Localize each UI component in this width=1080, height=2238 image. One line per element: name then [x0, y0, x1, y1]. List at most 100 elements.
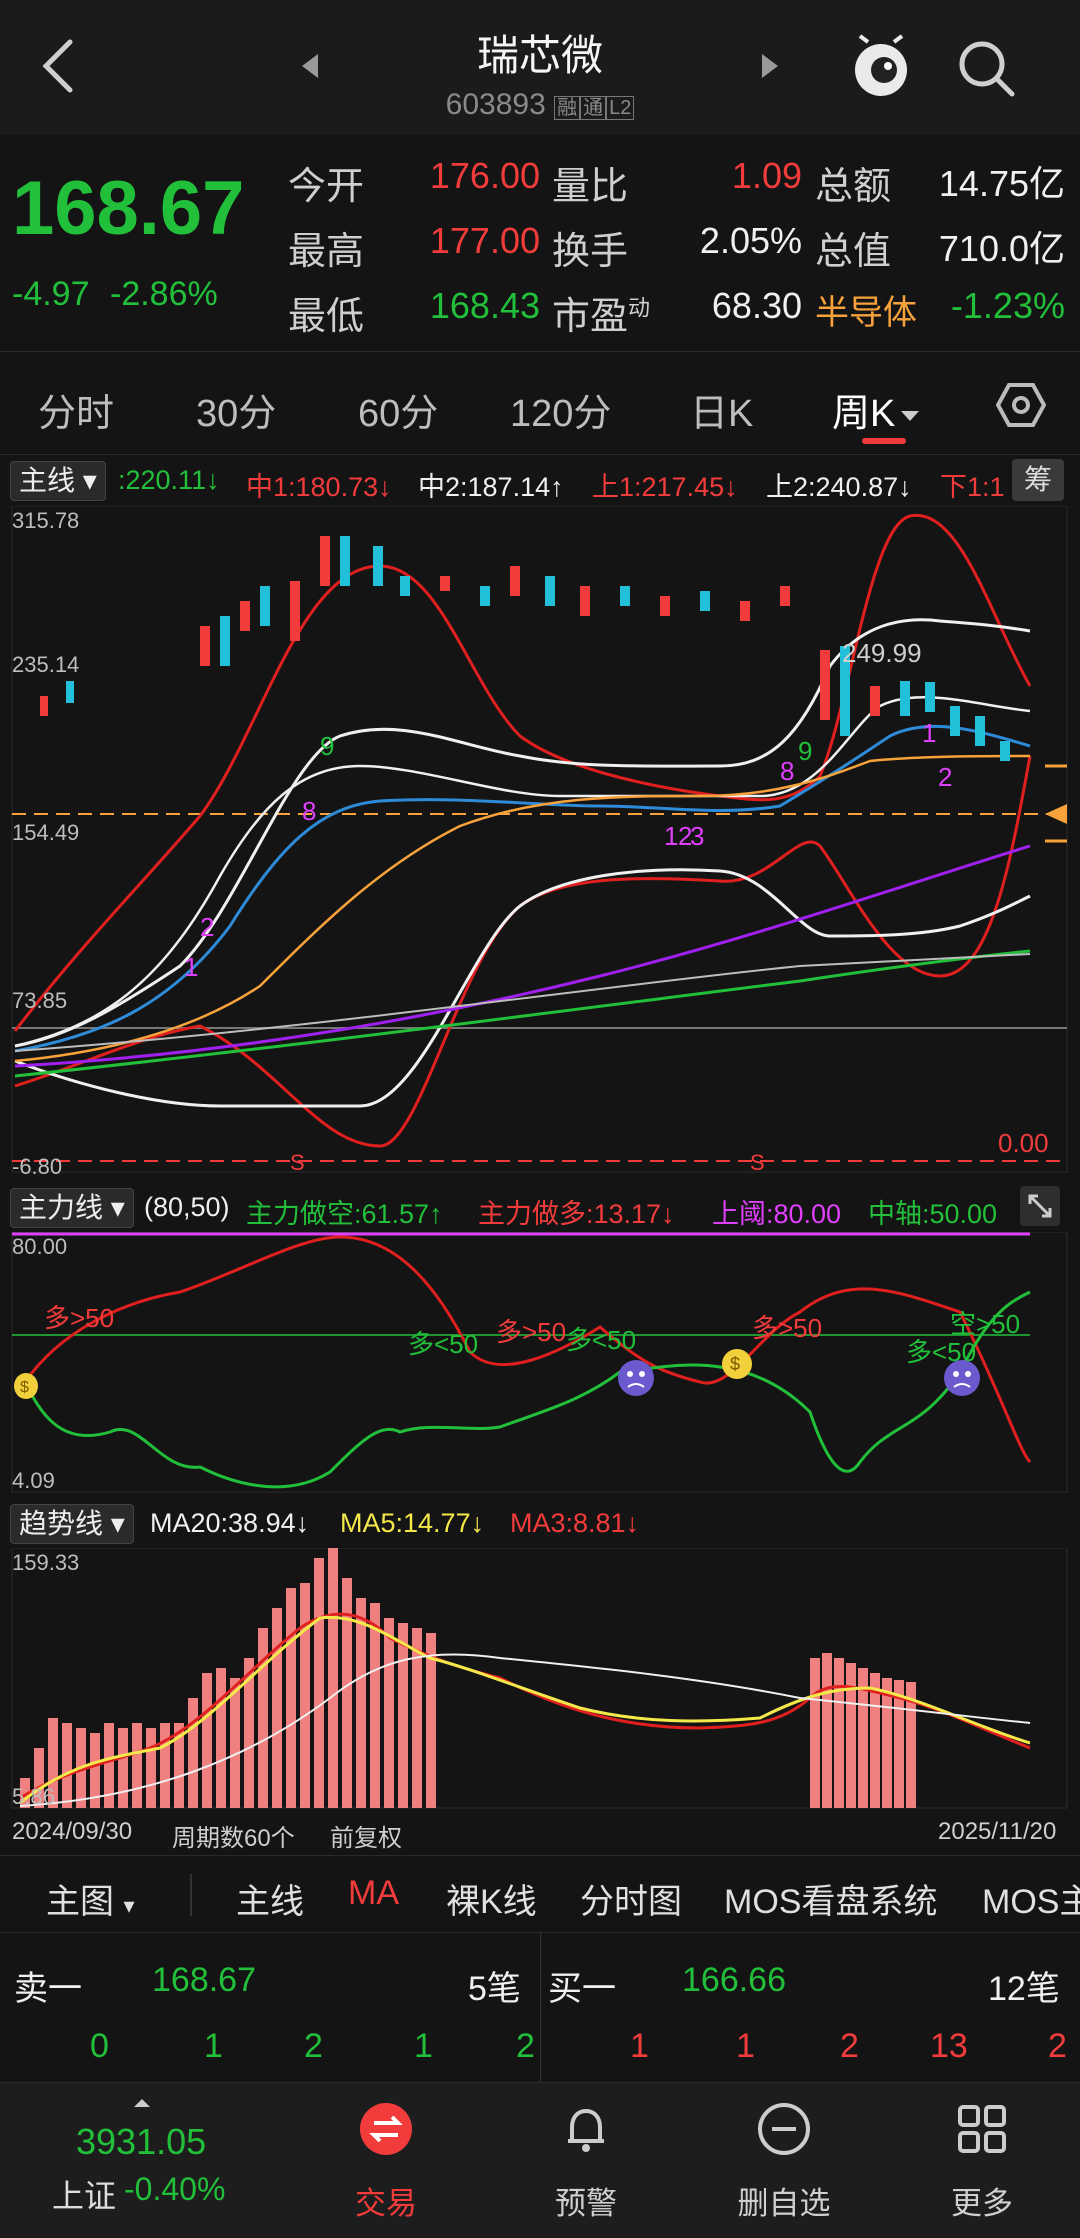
main-chart-selector[interactable]: 主图 ▾	[46, 1874, 135, 1923]
trend-ma20: MA20:38.94↓	[150, 1508, 310, 1538]
power-ann-4: 多<50	[566, 1325, 637, 1355]
trend-ma3: MA3:8.81↓	[510, 1508, 640, 1538]
order-book: 卖一 168.67 5笔 买一 166.66 12笔 0 1 2 1 2 1 1…	[0, 1932, 1080, 2083]
main-indicator-selector[interactable]: 主线 ▾	[10, 461, 106, 501]
value-amount: 14.75亿	[938, 163, 1065, 204]
nav-trade-label: 交易	[355, 2186, 417, 2221]
tab-30min[interactable]: 30分	[196, 382, 276, 437]
nav-remove-watchlist[interactable]: 删自选	[704, 2083, 864, 2238]
quote-panel: 168.67 -4.97 -2.86% 今开 176.00 量比 1.09 总额…	[0, 135, 1080, 352]
upper1-value: 上1:217.45↓	[592, 472, 738, 502]
label-market-cap: 总值	[815, 231, 892, 273]
tab-intraday-chart[interactable]: 分时图	[580, 1874, 682, 1923]
y-label-2: 235.14	[12, 652, 80, 677]
period-tabs: 分时 30分 60分 120分 日K 周K	[0, 352, 1080, 455]
buy-qty-1: 1	[630, 2027, 649, 2065]
power-indicator-selector[interactable]: 主力线 ▾	[10, 1188, 134, 1228]
mid1-value: 中1:180.73↓	[246, 472, 392, 502]
tab-120min[interactable]: 120分	[510, 382, 611, 437]
value-low: 168.43	[429, 285, 540, 326]
stock-title: 瑞芯微	[476, 32, 603, 79]
upper2-value: 上2:240.87↓	[766, 472, 912, 502]
seq-label-7: 1	[664, 821, 679, 851]
power-ann-3: 多>50	[496, 1317, 567, 1347]
trade-icon	[360, 2103, 412, 2155]
seq-label-6: 1	[184, 952, 199, 982]
label-pe: 市盈动	[552, 295, 651, 338]
trend-indicator-selector[interactable]: 趋势线 ▾	[10, 1504, 134, 1544]
tab-main-line[interactable]: 主线	[236, 1874, 304, 1923]
tab-60min[interactable]: 60分	[358, 382, 438, 437]
price-change-pct: -2.86%	[110, 275, 218, 313]
index-change: -0.40%	[124, 2171, 226, 2207]
trend-chart[interactable]: 159.33 5.86	[0, 1547, 1080, 1810]
active-tab-underline	[862, 438, 906, 444]
sell-one-price[interactable]: 168.67	[152, 1961, 256, 2000]
buy-one-price[interactable]: 166.66	[682, 1961, 786, 2000]
main-line-value: :220.11↓	[118, 465, 220, 495]
main-kline-chart[interactable]: S S 315.78 235.14 154.49 73.85 -6.80 0.0…	[0, 505, 1080, 1182]
tab-ma[interactable]: MA	[348, 1874, 399, 1913]
power-ann-7: 空>50	[950, 1309, 1021, 1339]
value-pe: 68.30	[711, 285, 802, 326]
power-ann-2: 多<50	[408, 1329, 479, 1359]
value-turnover: 2.05%	[699, 220, 802, 261]
tab-bare-kline[interactable]: 裸K线	[446, 1874, 537, 1923]
date-end: 2025/11/20	[938, 1818, 1057, 1845]
stock-code: 603893	[445, 88, 546, 121]
label-low: 最低	[288, 296, 365, 338]
adjust-mode: 前复权	[330, 1825, 402, 1852]
chart-mode-tabs: 主图 ▾ 主线 MA 裸K线 分时图 MOS看盘系统 MOS主	[0, 1855, 1080, 1932]
tab-mos-main[interactable]: MOS主	[982, 1874, 1080, 1923]
value-high: 177.00	[429, 220, 540, 261]
tab-mos-system[interactable]: MOS看盘系统	[724, 1874, 937, 1923]
tab-intraday[interactable]: 分时	[38, 382, 114, 437]
tab-daily[interactable]: 日K	[690, 382, 753, 437]
search-icon[interactable]	[956, 38, 1016, 103]
label-open: 今开	[288, 166, 365, 208]
power-params: (80,50)	[144, 1192, 230, 1222]
svg-text:S: S	[290, 1150, 305, 1175]
badge-rong: 融	[554, 96, 581, 120]
power-ann-5: 多>50	[752, 1313, 823, 1343]
svg-text:$: $	[20, 1379, 29, 1396]
nav-more[interactable]: 更多	[902, 2083, 1062, 2238]
power-chart[interactable]: 80.00 4.09 多>50 多<50 多>50 多<50 多>50 多<50…	[0, 1231, 1080, 1496]
power-long: 主力做多:13.17↓	[478, 1199, 675, 1229]
label-high: 最高	[288, 231, 365, 273]
app-header: 瑞芯微 603893 融通 L2	[0, 0, 1080, 135]
peak-label: 249.99	[842, 638, 922, 668]
power-y-top: 80.00	[12, 1234, 68, 1259]
nav-alert[interactable]: 预警	[506, 2083, 666, 2238]
trend-y-top: 159.33	[12, 1550, 80, 1575]
value-sector: -1.23%	[950, 285, 1065, 326]
seq-label-11: 2	[938, 762, 953, 792]
buy-one-label: 买一	[548, 1970, 616, 2008]
chip-distribution-button[interactable]: 筹	[1012, 459, 1064, 501]
buy-qty-2: 1	[736, 2027, 755, 2065]
sad-face-icon	[616, 1358, 656, 1403]
sell-qty-1: 0	[90, 2027, 109, 2065]
date-bar: 2024/09/30 周期数60个 前复权 2025/11/20	[0, 1812, 1080, 1852]
y-label-3: 154.49	[12, 820, 80, 845]
value-open: 176.00	[429, 155, 540, 196]
mascot-icon[interactable]	[848, 34, 914, 105]
expand-icon[interactable]	[1020, 1186, 1060, 1226]
seq-label-2: 8	[302, 796, 317, 826]
settings-hex-icon[interactable]	[995, 382, 1047, 433]
index-ticker[interactable]: 3931.05 上证 -0.40%	[0, 2083, 300, 2238]
nav-trade[interactable]: 交易	[306, 2083, 466, 2238]
last-price: 168.67	[12, 166, 245, 251]
value-market-cap: 710.0亿	[938, 228, 1065, 269]
minus-circle-icon	[758, 2103, 810, 2155]
tab-weekly[interactable]: 周K	[832, 382, 921, 437]
seq-label-10: 1	[922, 718, 937, 748]
mid2-value: 中2:187.14↑	[418, 472, 564, 502]
power-mid: 中轴:50.00	[868, 1199, 998, 1229]
money-bag-icon: $	[720, 1340, 754, 1385]
lower1-value: 下1:1	[940, 472, 1005, 502]
next-stock-icon[interactable]	[760, 52, 780, 85]
label-sector[interactable]: 半导体	[815, 285, 917, 334]
seq-label-9: 3	[690, 821, 705, 851]
sell-qty-5: 2	[516, 2027, 535, 2065]
